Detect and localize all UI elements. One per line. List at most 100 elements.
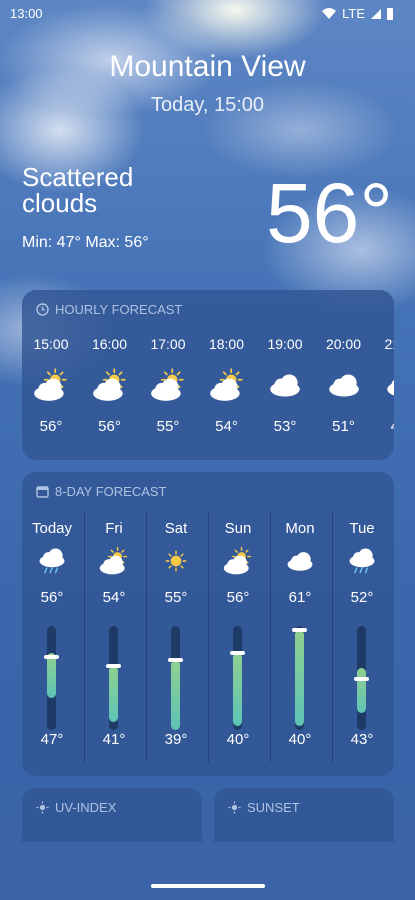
sunset-icon (228, 801, 241, 814)
day-name: Mon (285, 520, 315, 537)
hour-time: 16:00 (91, 336, 128, 352)
day-high-temp: 55° (164, 589, 188, 606)
day-low-temp: 43° (350, 731, 374, 748)
hourly-item: 21:00 49° (377, 336, 394, 435)
day-name: Fri (105, 520, 123, 537)
day-high-temp: 61° (288, 589, 312, 606)
sun-small-icon (36, 801, 49, 814)
hour-temp: 56° (98, 418, 121, 435)
hourly-item: 16:00 56° (85, 336, 135, 435)
day-low-temp: 47° (40, 731, 64, 748)
current-temperature: 56° (265, 166, 393, 260)
temp-range-track (230, 626, 245, 730)
hourly-item: 15:00 56° (26, 336, 76, 435)
temp-range-track (44, 626, 59, 730)
current-temp-marker (44, 655, 59, 660)
status-time: 13:00 (10, 6, 43, 21)
current-temp-marker (168, 658, 183, 663)
hour-temp: 55° (156, 418, 180, 435)
partly-cloudy-icon (209, 368, 243, 401)
cloud-icon (270, 374, 300, 397)
daily-item[interactable]: Mon 61° 40° (270, 510, 330, 766)
hourly-item: 20:00 51° (319, 336, 369, 435)
hour-time: 15:00 (33, 336, 69, 352)
rain-icon (349, 548, 375, 574)
temp-range-fill (47, 653, 56, 698)
daily-item[interactable]: Today 56° 47° (22, 510, 82, 766)
hourly-title: HOURLY FORECAST (55, 302, 183, 317)
current-temp-marker (292, 628, 307, 633)
day-name: Sat (164, 520, 188, 537)
hourly-item: 17:00 55° (143, 336, 193, 435)
daily-title: 8-DAY FORECAST (55, 484, 167, 499)
sunset-title: SUNSET (247, 800, 300, 815)
day-name: Today (31, 520, 73, 537)
hour-time: 21:00 (384, 336, 394, 352)
battery-icon (387, 7, 393, 20)
temp-range-fill (357, 667, 366, 714)
day-high-temp: 56° (226, 589, 250, 606)
day-low-temp: 39° (164, 731, 188, 748)
day-name: Sun (224, 520, 252, 537)
partly-cloudy-icon (151, 368, 184, 401)
daily-item[interactable]: Fri 54° 41° (84, 510, 144, 766)
hour-temp: 56° (39, 418, 63, 435)
column-divider (145, 512, 147, 762)
partly-cloudy-icon (92, 368, 126, 401)
sun-icon (165, 550, 187, 572)
day-low-temp: 40° (226, 731, 250, 748)
hour-time: 19:00 (267, 336, 303, 352)
status-bar: 13:00 LTE (0, 0, 415, 28)
day-high-temp: 54° (102, 589, 126, 606)
hourly-item: 18:00 54° (202, 336, 252, 435)
hour-time: 20:00 (325, 336, 362, 352)
hour-temp: 49° (377, 418, 394, 435)
home-gesture-handle[interactable] (151, 884, 265, 888)
clock-icon (36, 303, 49, 316)
column-divider (331, 512, 333, 762)
column-divider (83, 512, 85, 762)
temp-range-fill (233, 653, 242, 726)
daily-item[interactable]: Sat 55° 39° (146, 510, 206, 766)
column-divider (207, 512, 209, 762)
temp-range-fill (295, 630, 304, 726)
calendar-icon (36, 486, 49, 498)
daily-item[interactable]: Tue 52° 43° (332, 510, 392, 766)
current-temp-marker (354, 677, 369, 682)
column-divider (269, 512, 271, 762)
hour-temp: 53° (273, 418, 297, 435)
navigation-bar (0, 842, 415, 900)
network-label: LTE (342, 6, 365, 21)
partly-cloudy-icon (99, 546, 128, 575)
daily-item[interactable]: Sun 56° 40° (208, 510, 268, 766)
day-high-temp: 56° (40, 589, 64, 606)
cloud-icon (387, 379, 394, 396)
current-datetime: Today, 15:00 (150, 94, 265, 116)
cloud-icon (287, 552, 313, 571)
current-temp-marker (230, 651, 245, 656)
current-condition: Scattered clouds (22, 162, 134, 218)
temp-range-track (292, 626, 307, 730)
partly-cloudy-icon (223, 546, 252, 575)
daily-forecast-card[interactable]: 8-DAY FORECAST Today 56° 47° Fri 54° 41° S… (22, 472, 394, 776)
wifi-icon (322, 8, 337, 19)
signal-icon (371, 8, 381, 19)
min-max-temp: Min: 47° Max: 56° (22, 234, 149, 251)
hour-temp: 51° (332, 418, 355, 435)
rain-icon (39, 548, 65, 574)
hour-time: 17:00 (150, 336, 186, 352)
day-low-temp: 40° (288, 731, 312, 748)
temp-range-track (354, 626, 369, 730)
day-low-temp: 41° (102, 731, 126, 748)
temp-range-fill (171, 660, 180, 730)
day-high-temp: 52° (350, 589, 374, 606)
partly-cloudy-icon (34, 368, 67, 401)
hour-time: 18:00 (208, 336, 245, 352)
temp-range-track (106, 626, 121, 730)
hourly-forecast-card[interactable]: HOURLY FORECAST 15:00 56° 16:00 56° 17:00 … (22, 290, 394, 460)
temp-range-fill (109, 665, 118, 722)
hour-temp: 54° (215, 418, 238, 435)
uv-title: UV-INDEX (55, 800, 117, 815)
cloud-icon (328, 374, 359, 397)
day-name: Tue (349, 520, 375, 537)
